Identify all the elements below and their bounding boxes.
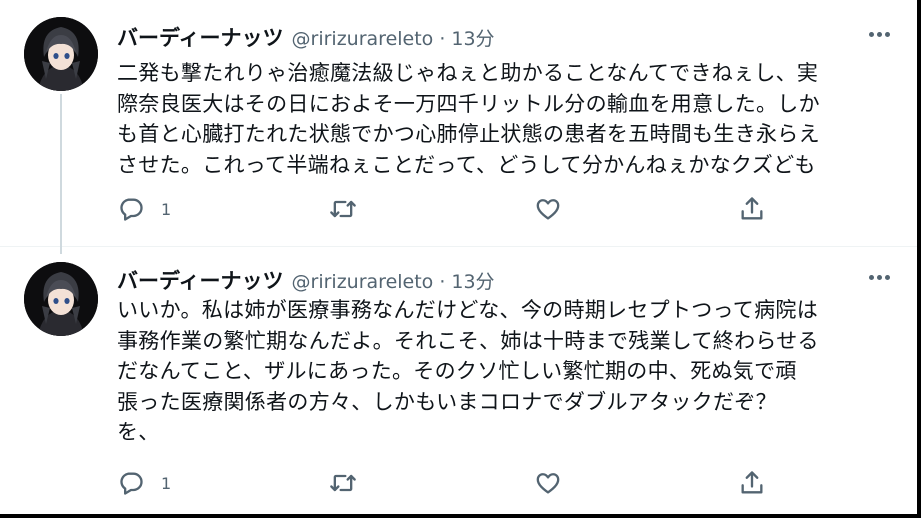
- reply-button[interactable]: 1: [117, 194, 171, 224]
- tweet-text: 二発も撃たれりゃ治癒魔法級じゃねぇと助かることなんてできねぇし、実 際奈良医大は…: [117, 61, 820, 177]
- author-name[interactable]: バーディーナッツ: [117, 265, 284, 295]
- tweet[interactable]: バーディーナッツ @ririzurareleto · 13分 いいか。私は姉が医…: [0, 247, 917, 514]
- tweet-text: いいか。私は姉が医療事務なんだけどな、今の時期レセプトつって病院は 事務作業の繁…: [117, 298, 819, 444]
- retweet-button[interactable]: [329, 468, 357, 498]
- separator-dot: ·: [439, 271, 446, 293]
- avatar-image: [24, 17, 98, 91]
- more-icon[interactable]: [864, 267, 894, 287]
- like-icon: [536, 473, 560, 494]
- separator-dot: ·: [439, 28, 446, 50]
- avatar[interactable]: [24, 262, 98, 336]
- avatar-image: [24, 262, 98, 336]
- share-button[interactable]: [738, 468, 766, 498]
- tweet-actions: 1: [117, 468, 777, 498]
- share-icon: [741, 197, 763, 220]
- like-icon: [536, 199, 560, 220]
- tweet-header: バーディーナッツ @ririzurareleto · 13分: [117, 22, 495, 50]
- more-icon[interactable]: [864, 24, 894, 44]
- reply-icon: [120, 198, 143, 221]
- reply-count: 1: [161, 473, 172, 493]
- author-handle[interactable]: @ririzurareleto: [292, 271, 434, 293]
- retweet-icon: [330, 200, 356, 218]
- reply-icon: [120, 472, 143, 495]
- tweet-actions: 1: [117, 194, 777, 224]
- tweet-timestamp[interactable]: 13分: [451, 267, 494, 294]
- window-border-bottom: [0, 514, 921, 518]
- thread-connector-line: [60, 94, 62, 254]
- tweet-header: バーディーナッツ @ririzurareleto · 13分: [117, 265, 495, 293]
- reply-count: 1: [161, 199, 172, 219]
- tweet[interactable]: バーディーナッツ @ririzurareleto · 13分 二発も撃たれりゃ治…: [0, 0, 917, 254]
- author-handle[interactable]: @ririzurareleto: [292, 28, 434, 50]
- share-icon: [741, 471, 763, 494]
- avatar[interactable]: [24, 17, 98, 91]
- retweet-button[interactable]: [329, 194, 357, 224]
- retweet-icon: [330, 474, 356, 492]
- tweet-timestamp[interactable]: 13分: [451, 24, 494, 51]
- share-button[interactable]: [738, 194, 766, 224]
- like-button[interactable]: [534, 468, 562, 498]
- reply-button[interactable]: 1: [117, 468, 171, 498]
- like-button[interactable]: [534, 194, 562, 224]
- author-name[interactable]: バーディーナッツ: [117, 22, 284, 52]
- window-border-right: [917, 0, 921, 518]
